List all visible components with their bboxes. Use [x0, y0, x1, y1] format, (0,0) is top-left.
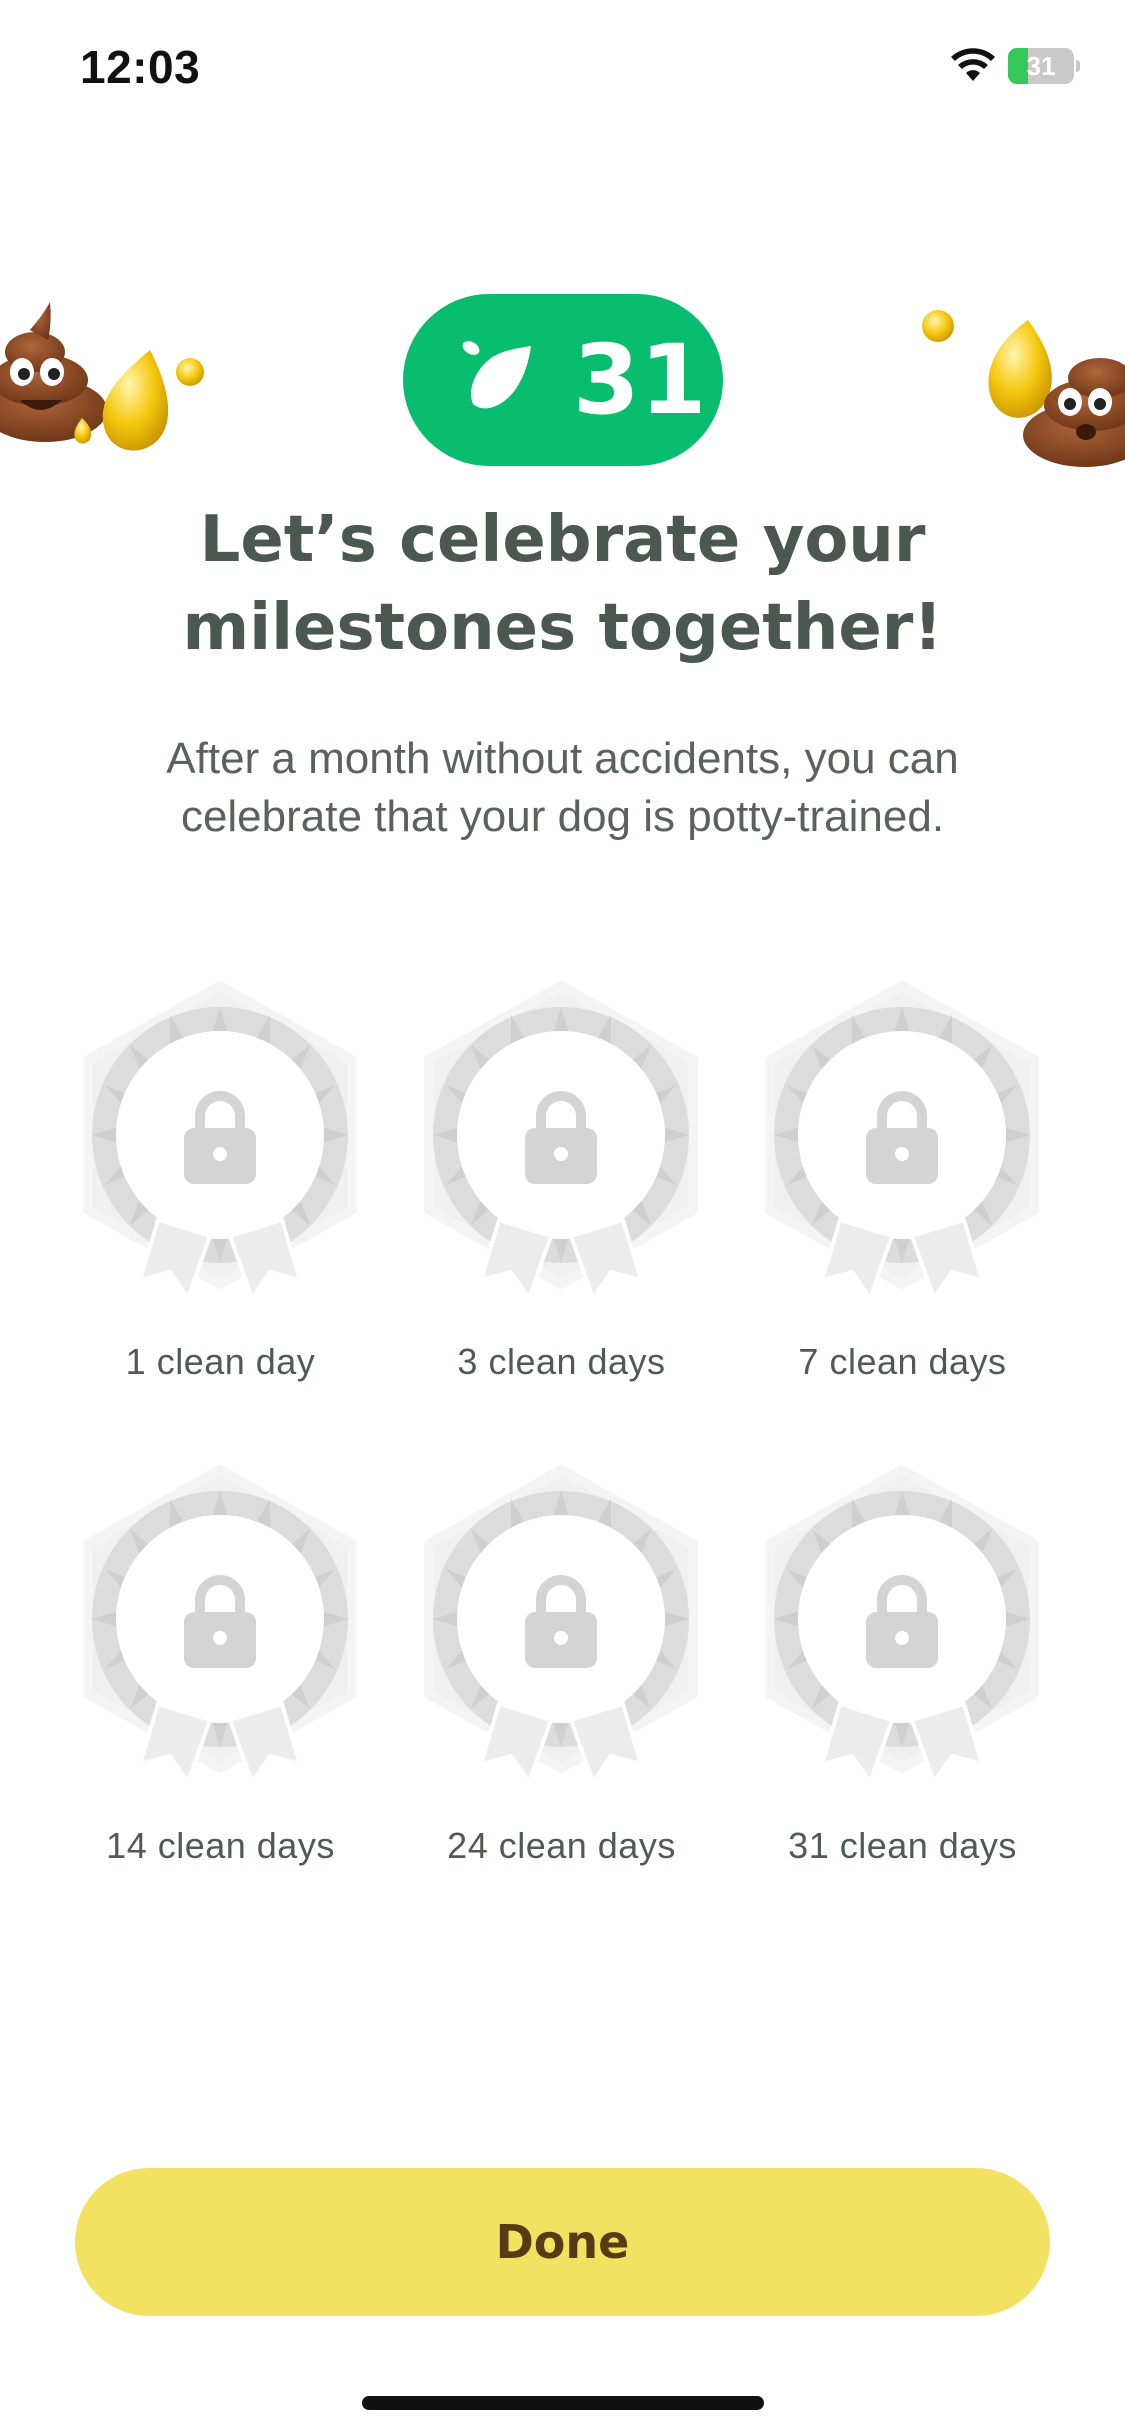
- poop-emoji-left-icon: [0, 302, 204, 451]
- page-title: Let’s celebrate your milestones together…: [182, 503, 943, 665]
- status-bar: 12:03 31: [0, 0, 1125, 130]
- locked-badge-icon: [70, 980, 370, 1310]
- milestone-label: 7 clean days: [798, 1341, 1007, 1382]
- milestone-badge[interactable]: 14 clean days: [50, 1464, 391, 1884]
- poop-emoji-right-icon: [922, 310, 1125, 467]
- milestone-badge[interactable]: 7 clean days: [732, 980, 1073, 1400]
- locked-badge-icon: [411, 980, 711, 1310]
- milestone-badge[interactable]: 3 clean days: [391, 980, 732, 1400]
- milestone-label: 3 clean days: [457, 1341, 666, 1382]
- milestone-badge[interactable]: 1 clean day: [50, 980, 391, 1400]
- done-button[interactable]: Done: [75, 2168, 1050, 2316]
- locked-badge-icon: [411, 1464, 711, 1794]
- milestone-label: 1 clean day: [125, 1341, 316, 1382]
- page-subtitle: After a month without accidents, you can…: [166, 734, 959, 841]
- milestone-label: 31 clean days: [788, 1825, 1017, 1866]
- locked-badge-icon: [752, 1464, 1052, 1794]
- locked-badge-icon: [752, 980, 1052, 1310]
- streak-badge: 31: [403, 294, 723, 466]
- milestone-badge[interactable]: 24 clean days: [391, 1464, 732, 1884]
- milestone-label: 24 clean days: [447, 1825, 676, 1866]
- status-time: 12:03: [80, 41, 201, 93]
- locked-badge-icon: [70, 1464, 370, 1794]
- streak-count: 31: [573, 324, 707, 436]
- wifi-icon: [951, 48, 995, 81]
- battery-level: 31: [1026, 51, 1056, 81]
- battery-icon: 31: [1008, 48, 1080, 84]
- milestone-label: 14 clean days: [106, 1825, 335, 1866]
- home-indicator[interactable]: [362, 2396, 764, 2410]
- milestone-badge[interactable]: 31 clean days: [732, 1464, 1073, 1884]
- drop-icon: [462, 341, 531, 409]
